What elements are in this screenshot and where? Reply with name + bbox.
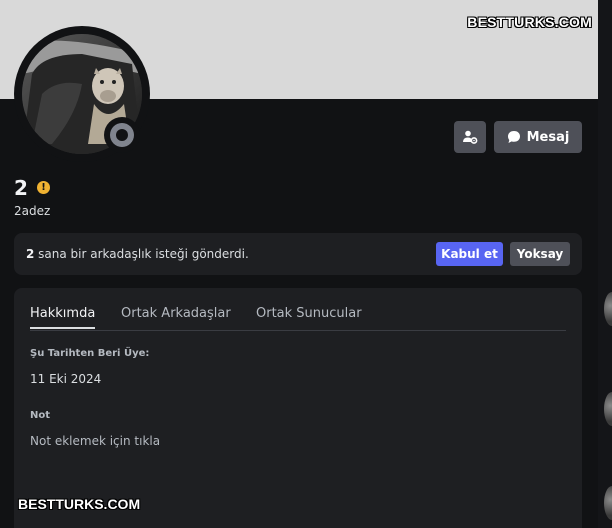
ignore-button[interactable]: Yoksay <box>510 242 570 266</box>
status-hole <box>116 129 128 141</box>
exclamation-icon[interactable]: ! <box>37 181 50 194</box>
message-button[interactable]: Mesaj <box>494 121 582 153</box>
note-title: Not <box>30 410 51 421</box>
user-settings-icon <box>463 130 478 144</box>
user-profile-panel: BESTTURKS.COM Mesaj 2 ! 2adez 2 sana bir… <box>0 0 598 528</box>
message-button-label: Mesaj <box>526 129 570 145</box>
tab-about[interactable]: Hakkımda <box>30 306 96 329</box>
friend-request-banner: 2 sana bir arkadaşlık isteği gönderdi. K… <box>14 233 582 275</box>
chat-bubble-icon <box>507 131 520 143</box>
member-since-value: 11 Eki 2024 <box>30 372 102 386</box>
accept-button[interactable]: Kabul et <box>436 242 503 266</box>
friend-request-text: 2 sana bir arkadaşlık isteği gönderdi. <box>26 247 249 261</box>
friend-options-button[interactable] <box>454 121 486 153</box>
watermark-bottom: BESTTURKS.COM <box>18 496 141 512</box>
username: 2adez <box>14 204 51 218</box>
profile-tabs: Hakkımda Ortak Arkadaşlar Ortak Sunucula… <box>30 304 566 331</box>
display-name: 2 <box>14 176 28 200</box>
watermark-top: BESTTURKS.COM <box>467 14 592 30</box>
note-input[interactable]: Not eklemek için tıkla <box>30 434 160 448</box>
tab-mutual-servers[interactable]: Ortak Sunucular <box>256 306 362 327</box>
member-list-edge <box>598 0 612 528</box>
member-since-title: Şu Tarihten Beri Üye: <box>30 348 150 359</box>
tab-mutual-friends[interactable]: Ortak Arkadaşlar <box>121 306 231 327</box>
friend-request-message: sana bir arkadaşlık isteği gönderdi. <box>34 247 249 261</box>
profile-info-card: Hakkımda Ortak Arkadaşlar Ortak Sunucula… <box>14 288 582 528</box>
